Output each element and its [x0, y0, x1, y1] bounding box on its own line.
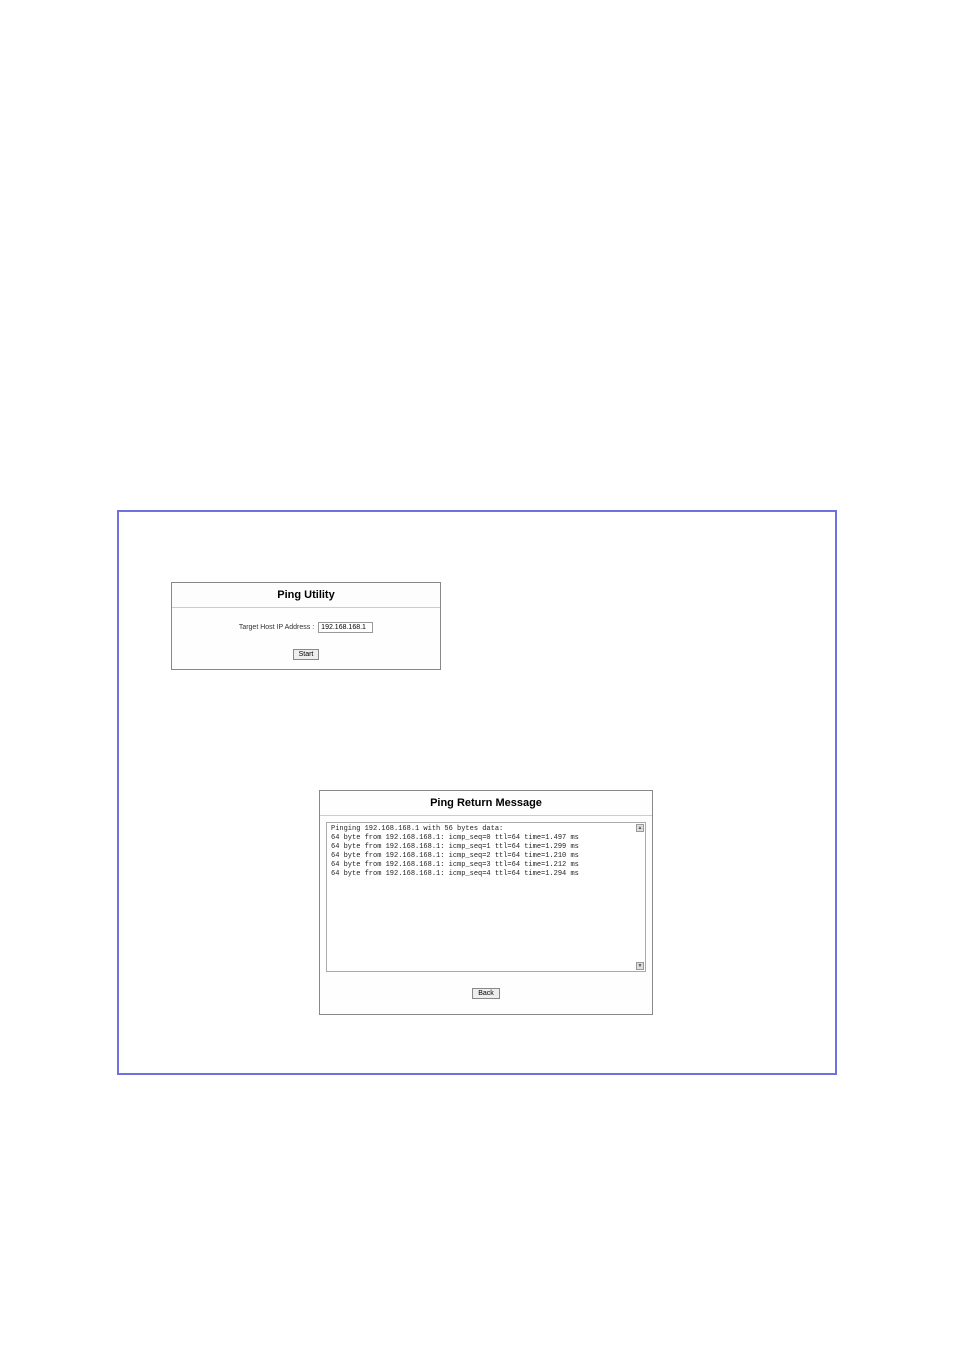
ping-output-content: Pinging 192.168.168.1 with 56 bytes data…	[327, 823, 645, 882]
ping-return-panel: Ping Return Message ▲ Pinging 192.168.16…	[319, 790, 653, 1015]
start-button-row: Start	[180, 643, 432, 661]
target-ip-input[interactable]	[318, 622, 373, 633]
ping-utility-panel: Ping Utility Target Host IP Address : St…	[171, 582, 441, 670]
ping-output-textarea[interactable]: ▲ Pinging 192.168.168.1 with 56 bytes da…	[326, 822, 646, 972]
outer-frame: Ping Utility Target Host IP Address : St…	[117, 510, 837, 1075]
ping-utility-title: Ping Utility	[172, 583, 440, 608]
start-button[interactable]: Start	[293, 649, 320, 660]
ping-utility-body: Target Host IP Address : Start	[172, 608, 440, 669]
back-button[interactable]: Back	[472, 988, 500, 999]
scroll-down-icon[interactable]: ▼	[636, 962, 644, 970]
ping-return-title: Ping Return Message	[320, 791, 652, 816]
back-button-row: Back	[326, 972, 646, 1008]
scroll-up-icon[interactable]: ▲	[636, 824, 644, 832]
target-ip-label: Target Host IP Address :	[239, 624, 314, 631]
target-ip-row: Target Host IP Address :	[180, 622, 432, 633]
ping-return-body: ▲ Pinging 192.168.168.1 with 56 bytes da…	[320, 816, 652, 1014]
